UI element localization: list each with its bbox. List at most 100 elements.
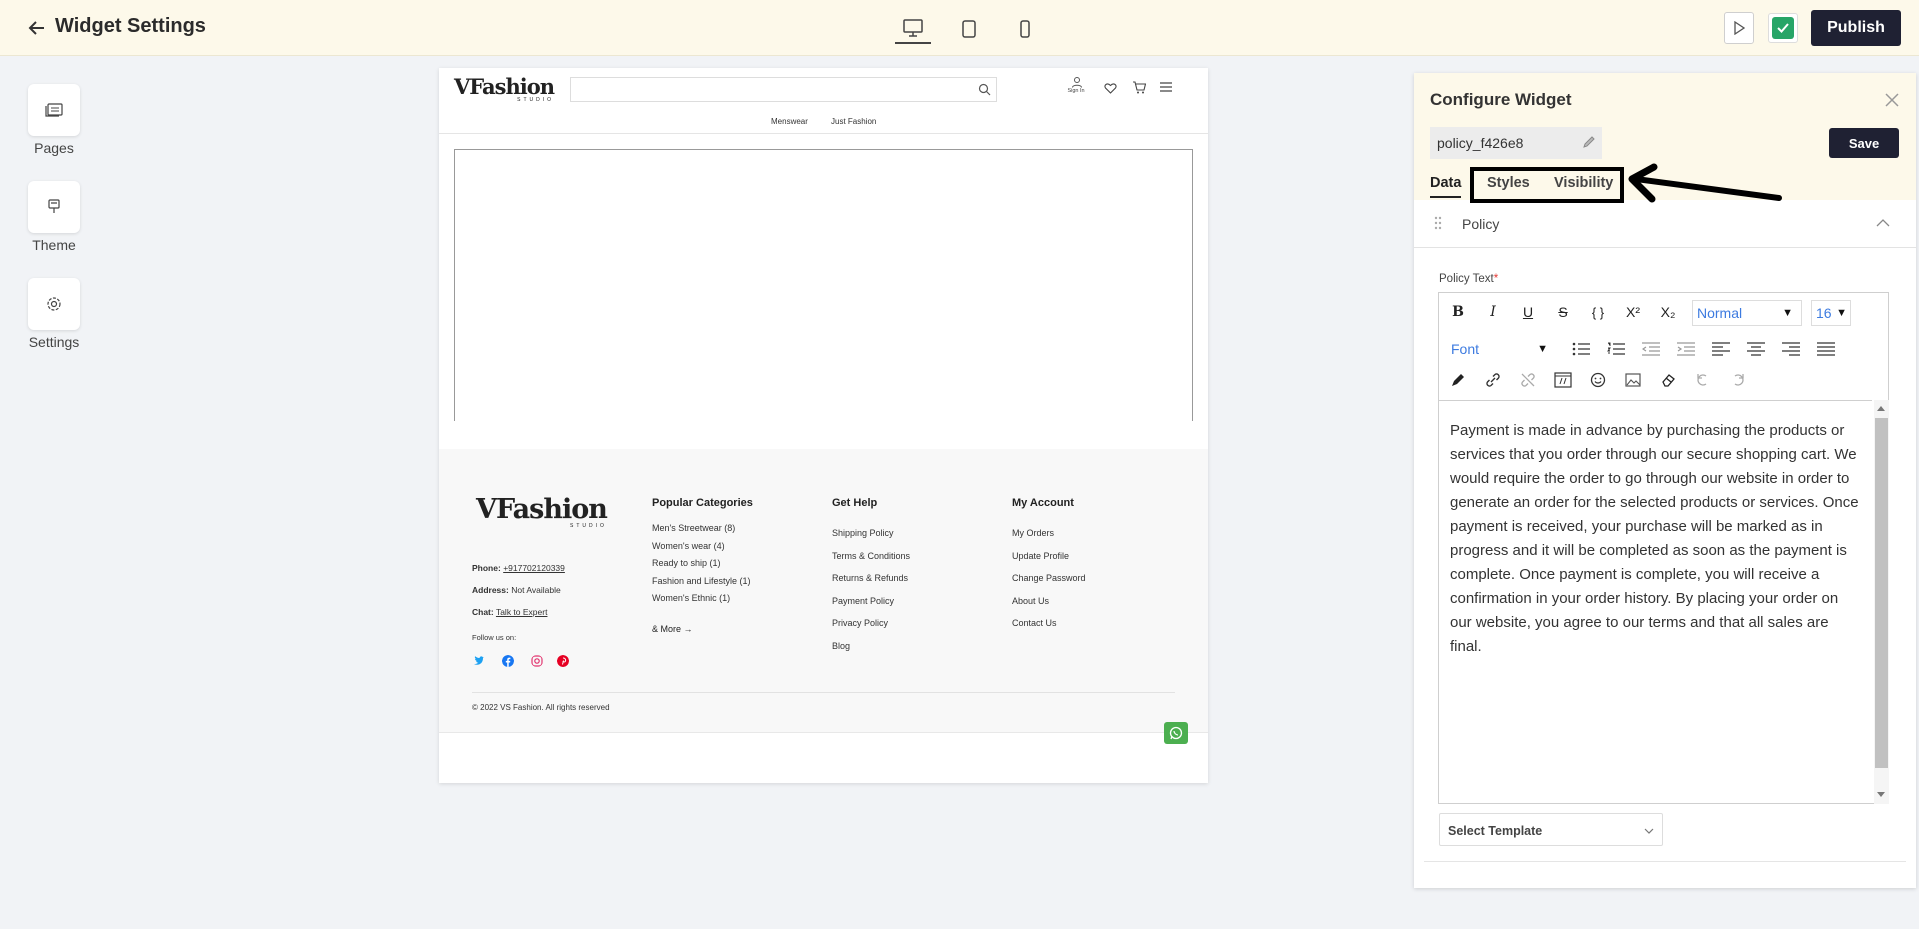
tablet-view-button[interactable] — [951, 14, 987, 44]
footer-link[interactable]: Update Profile — [1012, 549, 1086, 564]
redo-icon[interactable] — [1727, 369, 1749, 391]
footer-link[interactable]: Contact Us — [1012, 616, 1086, 631]
footer-link[interactable]: Returns & Refunds — [832, 571, 910, 586]
widget-name-field[interactable] — [1430, 127, 1602, 159]
facebook-icon[interactable] — [502, 655, 514, 667]
footer-link[interactable]: Blog — [832, 639, 910, 654]
twitter-icon[interactable] — [473, 655, 485, 667]
footer-link[interactable]: Ready to ship (1) — [652, 558, 751, 569]
scroll-up-icon[interactable] — [1877, 406, 1885, 411]
pencil-icon[interactable] — [1582, 135, 1596, 149]
footer-phone: Phone: +917702120339 — [472, 563, 565, 573]
whatsapp-button[interactable] — [1164, 722, 1188, 744]
policy-text-label: Policy Text* — [1439, 273, 1499, 285]
editor-scrollbar[interactable] — [1874, 400, 1889, 804]
link-icon[interactable] — [1482, 369, 1504, 391]
footer-link[interactable]: About Us — [1012, 594, 1086, 609]
footer-link[interactable]: Privacy Policy — [832, 616, 910, 631]
heart-icon[interactable] — [1104, 82, 1117, 94]
policy-section-header[interactable]: Policy — [1414, 200, 1916, 248]
pinterest-icon[interactable] — [557, 655, 569, 667]
footer-link[interactable]: My Orders — [1012, 526, 1086, 541]
bullet-list-icon[interactable] — [1570, 338, 1592, 360]
template-select[interactable]: Select Template — [1439, 813, 1663, 846]
align-right-icon[interactable] — [1780, 338, 1802, 360]
more-categories-link[interactable]: & More → — [652, 624, 693, 634]
cart-icon[interactable] — [1132, 81, 1146, 94]
size-select[interactable]: 16 ▼ — [1811, 300, 1851, 326]
footer-link[interactable]: Men's Streetwear (8) — [652, 523, 751, 534]
sidebar-label-pages: Pages — [34, 140, 74, 156]
align-center-icon[interactable] — [1745, 338, 1767, 360]
mobile-view-button[interactable] — [1007, 14, 1043, 44]
footer-heading-my-account: My Account — [1012, 497, 1074, 509]
nav-link-menswear[interactable]: Menswear — [771, 117, 808, 126]
arrow-left-icon[interactable] — [26, 17, 48, 39]
scroll-thumb[interactable] — [1875, 418, 1888, 768]
unlink-icon[interactable] — [1517, 369, 1539, 391]
sidebar-item-theme[interactable] — [28, 181, 80, 233]
phone-link[interactable]: +917702120339 — [503, 563, 565, 573]
close-icon[interactable] — [1883, 91, 1901, 109]
image-icon[interactable] — [1622, 369, 1644, 391]
footer-link[interactable]: Change Password — [1012, 571, 1086, 586]
superscript-button[interactable]: X² — [1622, 301, 1644, 323]
footer-link[interactable]: Fashion and Lifestyle (1) — [652, 576, 751, 587]
sidebar-item-settings[interactable] — [28, 278, 80, 330]
bold-button[interactable]: B — [1447, 301, 1469, 323]
footer-link[interactable]: Women's Ethnic (1) — [652, 593, 751, 604]
desktop-view-button[interactable] — [895, 14, 931, 44]
talk-to-expert-link[interactable]: Talk to Expert — [496, 607, 548, 617]
font-select[interactable]: Font ▼ — [1447, 336, 1556, 362]
numbered-list-icon[interactable] — [1605, 338, 1627, 360]
sidebar-label-theme: Theme — [32, 237, 76, 253]
underline-button[interactable]: U — [1517, 301, 1539, 323]
tab-data[interactable]: Data — [1430, 175, 1462, 198]
color-picker-icon[interactable] — [1447, 369, 1469, 391]
code-block-button[interactable]: { } — [1587, 301, 1609, 323]
site-search-input[interactable] — [570, 77, 997, 102]
user-icon — [1072, 77, 1082, 88]
check-icon — [1777, 23, 1789, 33]
subscript-button[interactable]: X₂ — [1657, 301, 1679, 323]
search-icon — [978, 83, 991, 96]
highlight-box — [1470, 167, 1624, 203]
preview-button[interactable] — [1724, 12, 1754, 44]
outdent-icon[interactable] — [1640, 338, 1662, 360]
footer-link[interactable]: Terms & Conditions — [832, 549, 910, 564]
policy-text-content[interactable]: Payment is made in advance by purchasing… — [1439, 400, 1872, 804]
format-select[interactable]: Normal ▼ — [1692, 300, 1802, 326]
emoji-icon[interactable] — [1587, 369, 1609, 391]
rich-text-editor: B I U S { } X² X₂ Normal ▼ 16 ▼ Font ▼ Paym… — [1438, 292, 1889, 804]
eraser-icon[interactable] — [1657, 369, 1679, 391]
indent-icon[interactable] — [1675, 338, 1697, 360]
footer-address: Address: Not Available — [472, 585, 561, 595]
publish-button[interactable]: Publish — [1811, 10, 1901, 46]
chevron-up-icon — [1876, 219, 1890, 227]
footer-link[interactable]: Women's wear (4) — [652, 541, 751, 552]
embed-icon[interactable] — [1552, 369, 1574, 391]
footer-heading-categories: Popular Categories — [652, 497, 753, 509]
align-left-icon[interactable] — [1710, 338, 1732, 360]
nav-link-just-fashion[interactable]: Just Fashion — [831, 117, 876, 126]
undo-icon[interactable] — [1692, 369, 1714, 391]
sidebar-item-pages[interactable] — [28, 84, 80, 136]
bottom-divider — [439, 732, 1208, 733]
sign-in-link[interactable]: Sign In — [1067, 76, 1086, 94]
footer-heading-get-help: Get Help — [832, 497, 878, 509]
align-justify-icon[interactable] — [1815, 338, 1837, 360]
play-icon — [1734, 21, 1745, 35]
footer-chat: Chat: Talk to Expert — [472, 607, 548, 617]
italic-button[interactable]: I — [1482, 301, 1504, 323]
site-logo[interactable]: VFashion STUDIO — [454, 74, 555, 103]
scroll-down-icon[interactable] — [1877, 792, 1885, 797]
strikethrough-button[interactable]: S — [1552, 301, 1574, 323]
save-check-button[interactable] — [1768, 13, 1798, 43]
menu-icon[interactable] — [1160, 82, 1172, 92]
footer-link[interactable]: Shipping Policy — [832, 526, 910, 541]
follow-label: Follow us on: — [472, 633, 517, 642]
save-button[interactable]: Save — [1829, 128, 1899, 158]
footer-link[interactable]: Payment Policy — [832, 594, 910, 609]
instagram-icon[interactable] — [531, 655, 543, 667]
footer-logo: VFashion STUDIO — [476, 494, 608, 529]
